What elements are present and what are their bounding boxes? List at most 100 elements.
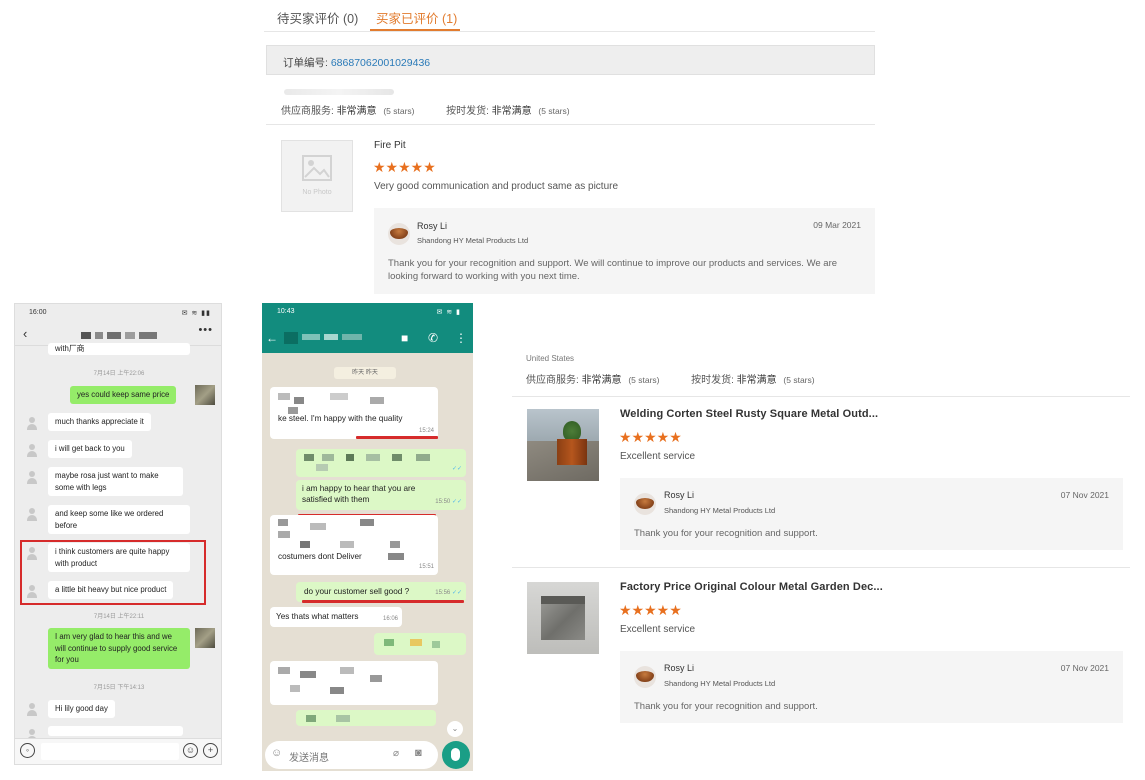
delivery-stars: (5 stars)	[538, 106, 570, 116]
add-icon[interactable]: +	[203, 743, 218, 758]
user-avatar	[195, 628, 215, 648]
status-time: 10:43	[277, 308, 295, 315]
message-bubble: with厂商	[48, 343, 190, 355]
supplier-reply: Rosy Li Shandong HY Metal Products Ltd 0…	[620, 651, 1123, 723]
message-bubble: and keep some like we ordered before	[48, 505, 190, 534]
review-text: Excellent service	[620, 624, 696, 635]
star-rating: ★★★★★	[619, 429, 682, 445]
message-bubble-received: Yes thats what matters 16:06	[270, 607, 402, 627]
reply-date: 07 Nov 2021	[1060, 490, 1109, 500]
reply-company: Shandong HY Metal Products Ltd	[417, 236, 529, 245]
message-input[interactable]: ☺ 发送消息 ⌀ ◙	[265, 741, 438, 769]
timestamp: 7月14日 上午22:11	[93, 614, 145, 620]
highlight-underline	[302, 600, 464, 603]
reply-text: Thank you for your recognition and suppo…	[634, 528, 818, 539]
scroll-down-button[interactable]: ⌄	[447, 721, 463, 737]
product-image-corten-planter[interactable]	[527, 409, 599, 481]
contact-avatar-icon	[25, 470, 39, 484]
reply-date: 09 Mar 2021	[813, 220, 861, 230]
message-input[interactable]	[41, 743, 179, 760]
attach-icon[interactable]: ⌀	[393, 748, 399, 759]
mic-icon[interactable]	[442, 741, 470, 769]
message-bubble-received: costumers dont Deliver 15:51	[270, 515, 438, 575]
image-placeholder-icon	[302, 155, 332, 181]
star-rating: ★★★★★	[619, 602, 682, 618]
status-icons: ✉ ≋ ▮	[436, 309, 461, 316]
product-no-photo: No Photo	[281, 140, 353, 212]
date-chip: 昨天 昨天	[334, 367, 396, 379]
order-number-link[interactable]: 68687062001029436	[331, 57, 430, 69]
contact-avatar-icon	[25, 443, 39, 457]
pixelated-contact-avatar	[284, 332, 298, 344]
message-bubble-received: ke steel. I'm happy with the quality 15:…	[270, 387, 438, 439]
service-label: 供应商服务:	[526, 375, 579, 386]
highlight-box	[20, 540, 206, 605]
chat-input-bar: ◦ ☺ +	[15, 738, 221, 764]
message-bubble-sent: yes could keep same price	[70, 386, 177, 404]
service-value: 非常满意	[581, 375, 622, 386]
more-options-icon[interactable]: •••	[198, 324, 213, 336]
reply-name: Rosy Li	[417, 221, 448, 231]
highlight-underline	[356, 436, 438, 439]
service-stars: (5 stars)	[383, 106, 415, 116]
message-bubble-sent	[296, 710, 436, 726]
message-bubble-received	[270, 661, 438, 705]
menu-icon[interactable]: ⋮	[455, 331, 467, 345]
delivery-value: 非常满意	[491, 106, 532, 117]
video-call-icon[interactable]: ■	[401, 331, 408, 345]
delivery-label: 按时发货:	[446, 106, 489, 117]
contact-avatar-icon	[25, 702, 39, 716]
reply-date: 07 Nov 2021	[1060, 663, 1109, 673]
review-tabs: 待买家评价 (0) 买家已评价 (1)	[264, 0, 875, 32]
message-bubble-partial	[48, 726, 183, 736]
product-image-metal-planter[interactable]	[527, 582, 599, 654]
timestamp: 7月15日 下午14:13	[93, 685, 145, 691]
supplier-avatar	[388, 223, 410, 245]
message-bubble-sent	[374, 633, 466, 655]
tab-pending-reviews[interactable]: 待买家评价 (0)	[277, 8, 358, 27]
phone-icon[interactable]: ✆	[428, 331, 438, 345]
supplier-review-panel: 待买家评价 (0) 买家已评价 (1) 订单编号: 68687062001029…	[264, 0, 875, 298]
timestamp: 7月14日 上午22:06	[93, 371, 145, 377]
reply-text: Thank you for your recognition and suppo…	[634, 701, 818, 712]
status-bar: 16:00 ✉ ≋ ▮▮	[15, 304, 221, 322]
reply-name: Rosy Li	[664, 663, 695, 673]
message-bubble: maybe rosa just want to make some with l…	[48, 467, 183, 496]
supplier-avatar	[634, 666, 656, 688]
tab-reviewed[interactable]: 买家已评价 (1)	[376, 8, 457, 27]
voice-icon[interactable]: ◦	[20, 743, 35, 758]
review-text: Very good communication and product same…	[374, 181, 619, 192]
no-photo-text: No Photo	[302, 189, 332, 196]
star-rating: ★★★★★	[373, 159, 436, 175]
delivery-value: 非常满意	[736, 375, 777, 386]
product-title-link[interactable]: Factory Price Original Colour Metal Gard…	[620, 581, 883, 593]
divider	[266, 124, 875, 125]
product-title[interactable]: Fire Pit	[374, 140, 406, 151]
message-bubble-sent: i am happy to hear that you are satisfie…	[296, 480, 466, 510]
rating-summary: 供应商服务: 非常满意 (5 stars) 按时发货: 非常满意 (5 star…	[281, 102, 570, 117]
service-label: 供应商服务:	[281, 106, 334, 117]
delivery-label: 按时发货:	[691, 375, 734, 386]
status-icons: ✉ ≋ ▮▮	[181, 310, 211, 317]
reply-company: Shandong HY Metal Products Ltd	[664, 679, 776, 688]
delivery-stars: (5 stars)	[783, 375, 815, 385]
chat-screenshot-wechat: 16:00 ✉ ≋ ▮▮ ‹ ••• with厂商 7月14日 上午22:06 …	[14, 303, 222, 765]
message-bubble: i will get back to you	[48, 440, 132, 458]
active-tab-indicator	[370, 29, 460, 31]
reply-text: Thank you for your recognition and suppo…	[388, 258, 838, 282]
contact-avatar-icon	[25, 507, 39, 521]
divider	[512, 396, 1130, 397]
emoji-icon[interactable]: ☺	[183, 743, 198, 758]
message-bubble: much thanks appreciate it	[48, 413, 151, 431]
supplier-reply: Rosy Li Shandong HY Metal Products Ltd 0…	[374, 208, 875, 294]
message-bubble-sent: ✓✓	[296, 449, 466, 477]
back-arrow-icon[interactable]: ←	[266, 331, 278, 345]
message-bubble-sent: do your customer sell good ? 15:56 ✓✓	[296, 582, 466, 602]
emoji-icon[interactable]: ☺	[271, 747, 282, 759]
camera-icon[interactable]: ◙	[415, 747, 422, 759]
back-arrow-icon[interactable]: ‹	[23, 326, 27, 341]
reply-company: Shandong HY Metal Products Ltd	[664, 506, 776, 515]
product-title-link[interactable]: Welding Corten Steel Rusty Square Metal …	[620, 408, 878, 420]
buyer-country: United States	[526, 354, 575, 363]
reply-name: Rosy Li	[664, 490, 695, 500]
